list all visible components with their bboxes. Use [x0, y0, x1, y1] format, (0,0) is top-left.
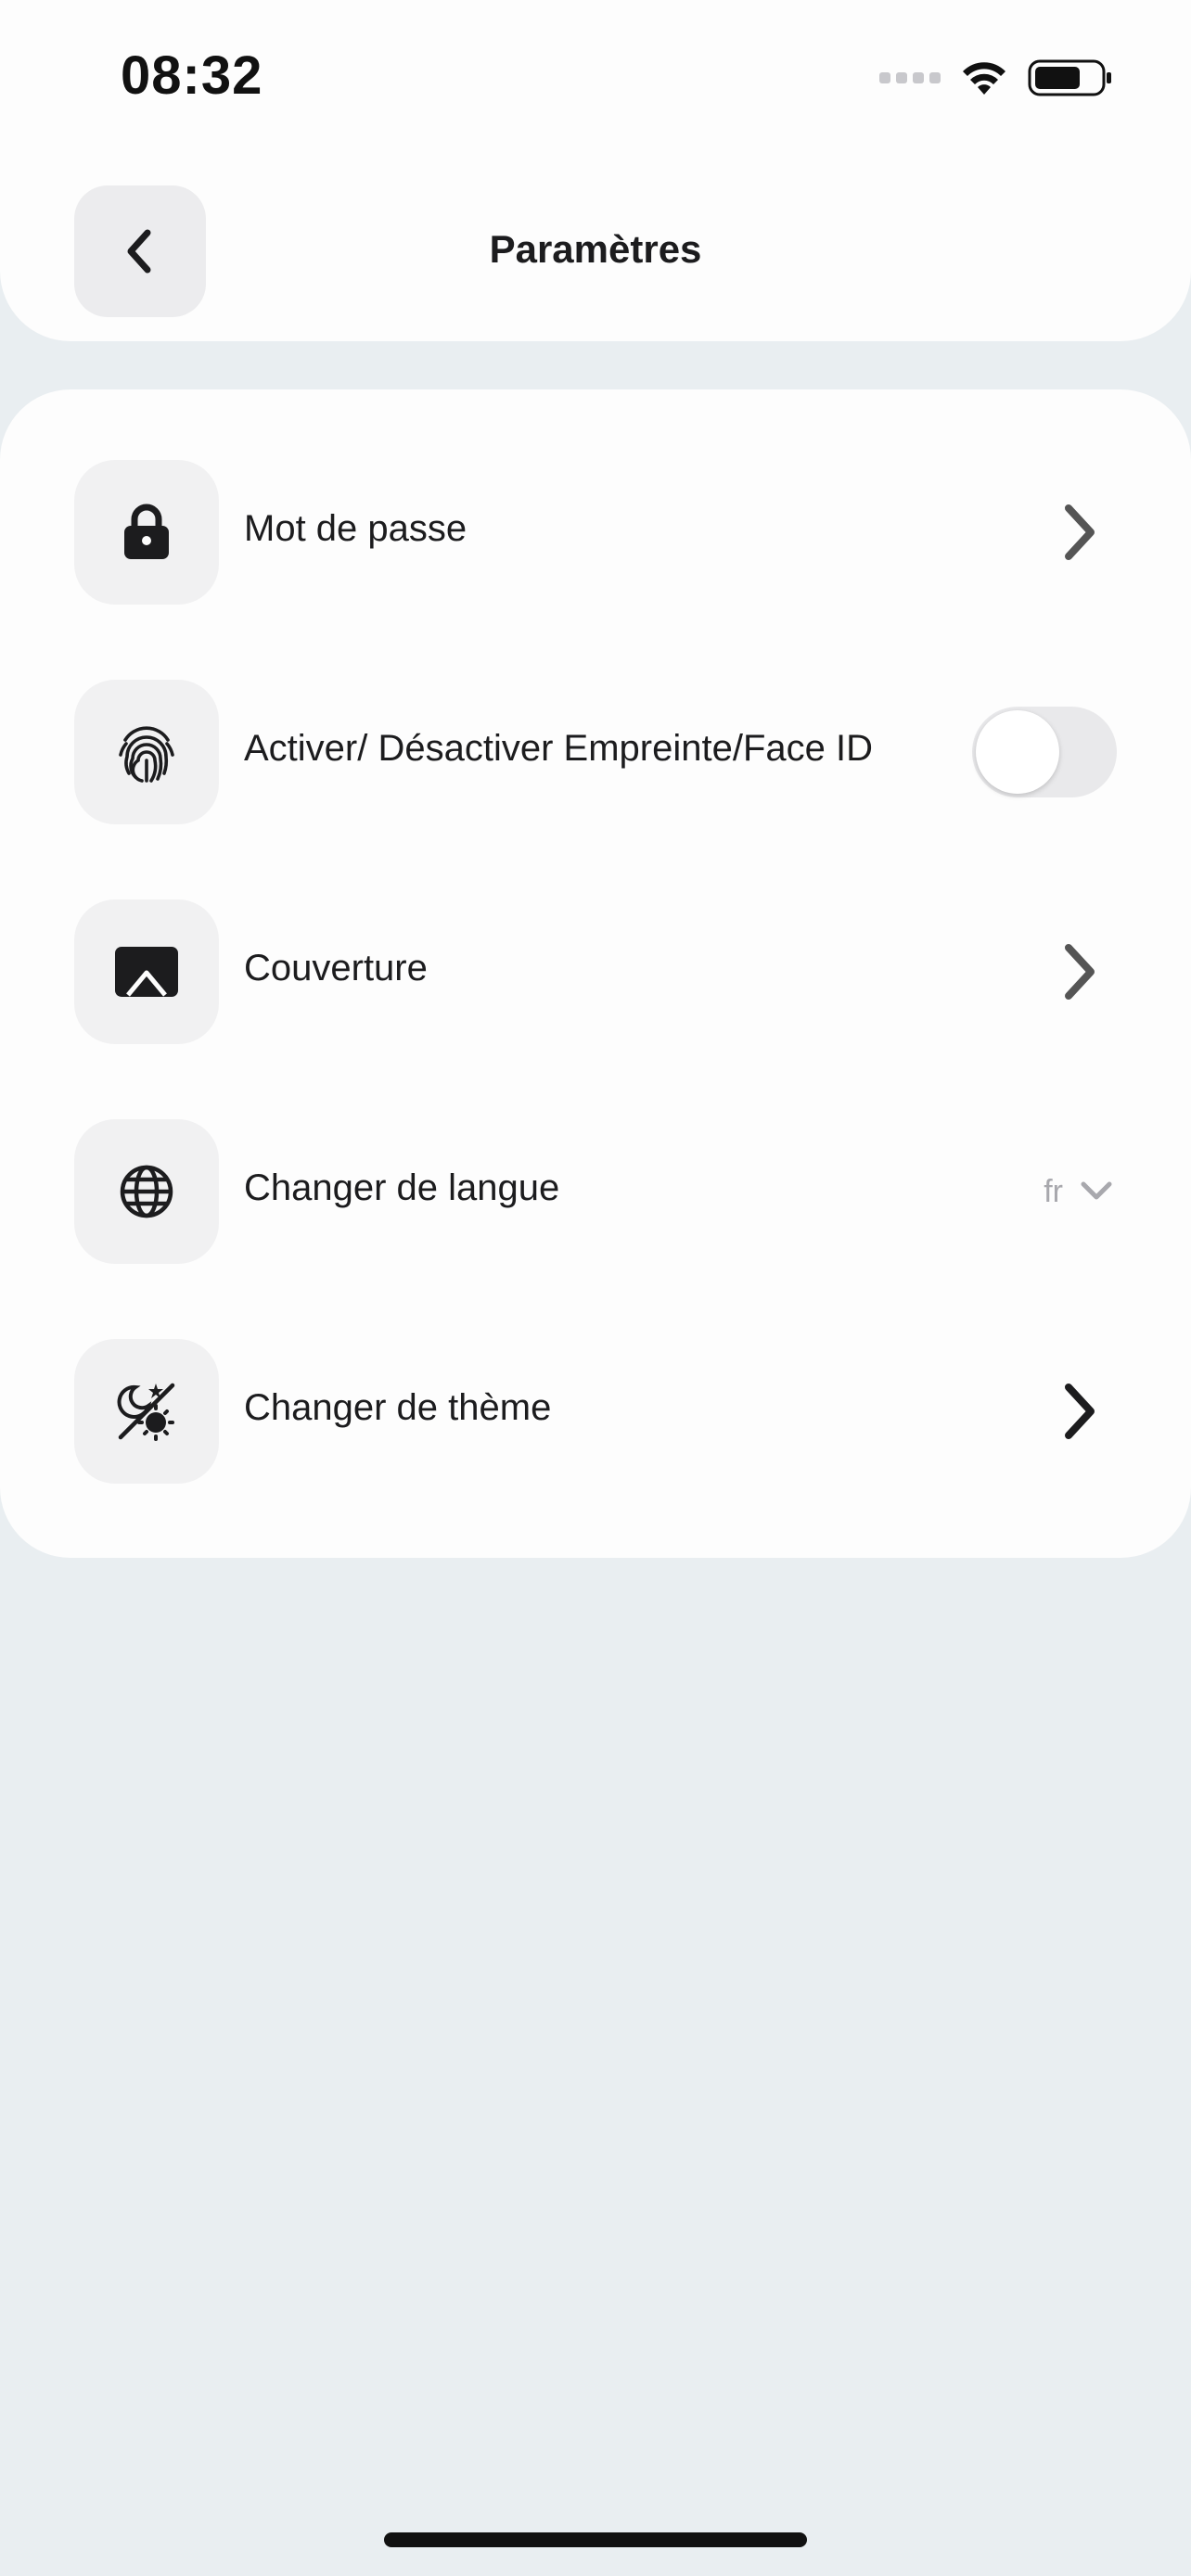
- icon-box: [74, 680, 219, 824]
- setting-label: Couverture: [244, 948, 428, 988]
- setting-row-password[interactable]: Mot de passe: [0, 460, 1191, 605]
- icon-box: [74, 460, 219, 605]
- icon-box: [74, 1119, 219, 1264]
- theme-icon: [117, 1383, 175, 1441]
- chevron-right-icon: [1065, 1384, 1095, 1439]
- icon-box: [74, 899, 219, 1044]
- chevron-down-icon: [1081, 1181, 1112, 1200]
- home-indicator[interactable]: [384, 2532, 807, 2547]
- setting-row-theme[interactable]: Changer de thème: [0, 1339, 1191, 1484]
- language-value: fr: [1044, 1173, 1063, 1209]
- language-select[interactable]: fr: [1044, 1164, 1113, 1219]
- header-card: 08:32 Paramètres: [0, 0, 1191, 341]
- fingerprint-icon: [119, 726, 174, 783]
- wifi-icon: [963, 62, 1005, 95]
- icon-box: [74, 1339, 219, 1484]
- page-title: Paramètres: [489, 227, 702, 271]
- setting-label: Changer de thème: [244, 1387, 552, 1428]
- cellular-signal-icon: [879, 72, 941, 83]
- setting-row-biometrics: Activer/ Désactiver Empreinte/Face ID: [0, 680, 1191, 824]
- settings-card: Mot de passe Activer/ Désactiver Emprein…: [0, 389, 1191, 1558]
- setting-label: Activer/ Désactiver Empreinte/Face ID: [244, 728, 873, 769]
- status-icons: [879, 57, 1113, 98]
- battery-icon: [1028, 59, 1111, 96]
- chevron-right-icon: [1065, 944, 1095, 1000]
- setting-label: Changer de langue: [244, 1167, 560, 1208]
- globe-icon: [120, 1165, 173, 1218]
- image-icon: [115, 947, 178, 997]
- status-time: 08:32: [121, 45, 263, 106]
- setting-row-language[interactable]: Changer de langue fr: [0, 1119, 1191, 1264]
- chevron-right-icon: [1065, 504, 1095, 560]
- biometrics-toggle[interactable]: [972, 707, 1117, 797]
- setting-label: Mot de passe: [244, 508, 467, 549]
- lock-icon: [124, 504, 169, 559]
- setting-row-cover[interactable]: Couverture: [0, 899, 1191, 1044]
- toggle-knob: [976, 710, 1059, 794]
